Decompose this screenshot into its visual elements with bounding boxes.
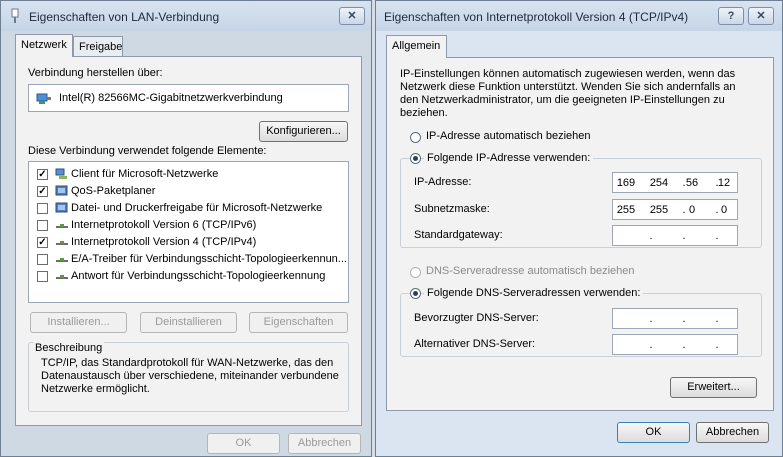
properties-button[interactable]: Eigenschaften <box>249 312 348 333</box>
components-label: Diese Verbindung verwendet folgende Elem… <box>28 145 267 157</box>
auto-ip-radio[interactable] <box>410 132 421 143</box>
component-checkbox[interactable] <box>37 271 48 282</box>
network-card-icon <box>36 93 51 104</box>
manual-dns-label[interactable]: Folgende DNS-Serveradressen verwenden: <box>424 287 644 299</box>
description-line: TCP/IP, das Standardprotokoll für WAN-Ne… <box>41 357 334 369</box>
manual-dns-radio[interactable] <box>410 288 421 299</box>
connect-via-label: Verbindung herstellen über: <box>28 67 163 79</box>
protocol-icon <box>56 241 68 245</box>
components-list[interactable]: ✓ Client für Microsoft-Netzwerke ✓ QoS-P… <box>28 161 349 303</box>
lan-tab-panel: Verbindung herstellen über: Intel(R) 825… <box>15 56 362 426</box>
protocol-icon <box>56 275 68 279</box>
tab-allgemein[interactable]: Allgemein <box>386 35 447 58</box>
component-checkbox[interactable] <box>37 254 48 265</box>
alternate-dns-label: Alternativer DNS-Server: <box>414 338 536 350</box>
adapter-field: Intel(R) 82566MC-Gigabitnetzwerkverbindu… <box>28 84 349 112</box>
gateway-label: Standardgateway: <box>414 229 503 241</box>
uninstall-button[interactable]: Deinstallieren <box>140 312 237 333</box>
network-adapter-icon <box>11 8 19 23</box>
network-client-icon <box>55 168 67 179</box>
component-label: Datei- und Druckerfreigabe für Microsoft… <box>71 202 323 214</box>
ipv4-titlebar[interactable]: Eigenschaften von Internetprotokoll Vers… <box>376 1 782 31</box>
component-checkbox[interactable]: ✓ <box>37 169 48 180</box>
intro-line: IP-Einstellungen können automatisch zuge… <box>400 68 736 80</box>
intro-line: beziehen. <box>400 107 448 119</box>
intro-line: Netzwerk diese Funktion unterstützt. Wen… <box>400 81 736 93</box>
auto-ip-label[interactable]: IP-Adresse automatisch beziehen <box>426 130 590 142</box>
help-button[interactable]: ? <box>718 7 744 25</box>
description-line: Datenaustausch über verschiedene, mitein… <box>41 370 339 382</box>
configure-button[interactable]: Konfigurieren... <box>259 121 348 142</box>
description-line: Netzwerke ermöglicht. <box>41 383 150 395</box>
advanced-button[interactable]: Erweitert... <box>670 377 757 398</box>
subnet-label: Subnetzmaske: <box>414 203 490 215</box>
lan-window-title: Eigenschaften von LAN-Verbindung <box>29 10 220 24</box>
tab-freigabe[interactable]: Freigabe <box>73 36 123 57</box>
manual-ip-group: Folgende IP-Adresse verwenden: IP-Adress… <box>400 152 762 248</box>
tab-netzwerk[interactable]: Netzwerk <box>15 34 73 57</box>
subnet-mask-field[interactable]: 255. 255. 0. 0 <box>612 199 738 220</box>
alternate-dns-field[interactable]: ... <box>612 334 738 355</box>
protocol-icon <box>56 258 68 262</box>
adapter-name: Intel(R) 82566MC-Gigabitnetzwerkverbindu… <box>59 92 283 104</box>
ipv4-close-button[interactable]: ✕ <box>748 7 774 25</box>
ipv4-ok-button[interactable]: OK <box>617 422 690 443</box>
ipv4-window-title: Eigenschaften von Internetprotokoll Vers… <box>384 10 689 24</box>
gateway-field[interactable]: ... <box>612 225 738 246</box>
ipv4-properties-window: Eigenschaften von Internetprotokoll Vers… <box>375 0 783 457</box>
manual-ip-label[interactable]: Folgende IP-Adresse verwenden: <box>424 152 594 164</box>
component-label: Antwort für Verbindungsschicht-Topologie… <box>71 270 326 282</box>
ip-address-label: IP-Adresse: <box>414 176 472 188</box>
manual-ip-radio[interactable] <box>410 153 421 164</box>
description-group: Beschreibung TCP/IP, das Standardprotoko… <box>28 342 349 412</box>
service-icon <box>55 202 68 213</box>
description-label: Beschreibung <box>33 342 105 354</box>
ipv4-cancel-button[interactable]: Abbrechen <box>696 422 769 443</box>
component-label: Client für Microsoft-Netzwerke <box>71 168 219 180</box>
protocol-icon <box>56 224 68 228</box>
lan-titlebar[interactable]: Eigenschaften von LAN-Verbindung ✕ <box>1 1 371 31</box>
component-label: Internetprotokoll Version 4 (TCP/IPv4) <box>71 236 257 248</box>
lan-ok-button[interactable]: OK <box>207 433 280 454</box>
lan-cancel-button[interactable]: Abbrechen <box>288 433 361 454</box>
ipv4-tab-panel: IP-Einstellungen können automatisch zuge… <box>386 57 774 411</box>
lan-properties-window: Eigenschaften von LAN-Verbindung ✕ Netzw… <box>0 0 372 457</box>
auto-dns-label[interactable]: DNS-Serveradresse automatisch beziehen <box>426 265 635 277</box>
preferred-dns-field[interactable]: ... <box>612 308 738 329</box>
intro-line: den Netzwerkadministrator, um die geeign… <box>400 94 725 106</box>
component-label: E/A-Treiber für Verbindungsschicht-Topol… <box>71 253 347 265</box>
component-checkbox[interactable]: ✓ <box>37 186 48 197</box>
component-checkbox[interactable] <box>37 203 48 214</box>
component-checkbox[interactable]: ✓ <box>37 237 48 248</box>
service-icon <box>55 185 68 196</box>
auto-dns-radio[interactable] <box>410 267 421 278</box>
preferred-dns-label: Bevorzugter DNS-Server: <box>414 312 539 324</box>
manual-dns-group: Folgende DNS-Serveradressen verwenden: B… <box>400 287 762 357</box>
ip-address-field[interactable]: 169. 254. 56. 12 <box>612 172 738 193</box>
component-label: QoS-Paketplaner <box>71 185 156 197</box>
install-button[interactable]: Installieren... <box>30 312 127 333</box>
component-label: Internetprotokoll Version 6 (TCP/IPv6) <box>71 219 257 231</box>
component-checkbox[interactable] <box>37 220 48 231</box>
lan-close-button[interactable]: ✕ <box>339 7 365 25</box>
